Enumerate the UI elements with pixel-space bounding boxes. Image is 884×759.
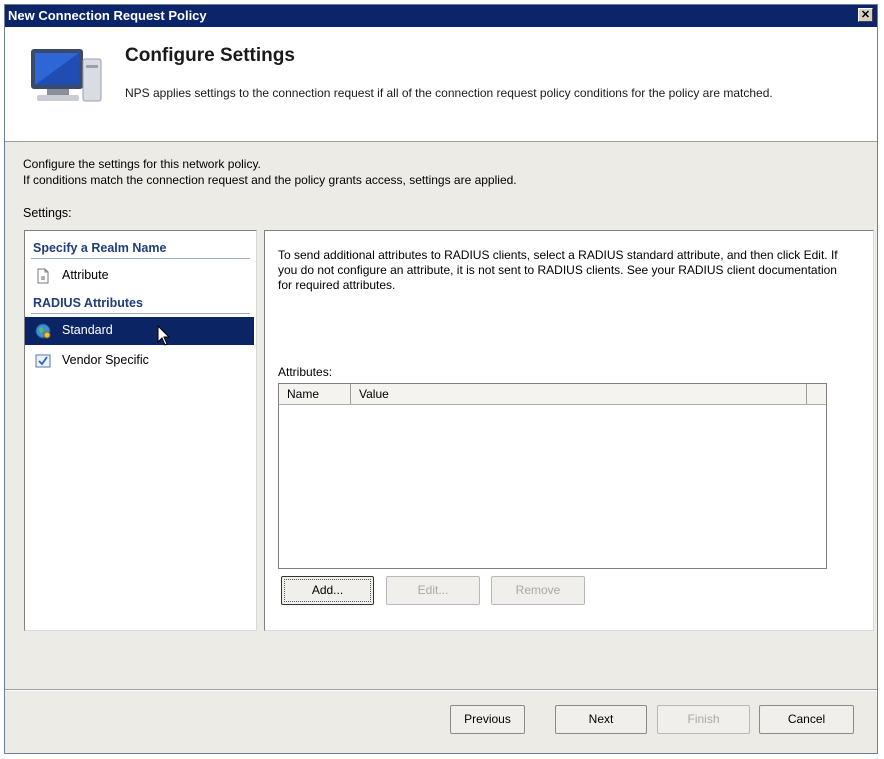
page-title: Configure Settings xyxy=(125,45,295,66)
dialog-window: New Connection Request Policy ✕ Configur… xyxy=(4,4,878,754)
nav-group-radius-attributes: RADIUS Attributes xyxy=(33,296,143,310)
settings-label: Settings: xyxy=(23,206,72,220)
globe-icon xyxy=(35,323,51,339)
close-button[interactable]: ✕ xyxy=(858,8,873,22)
previous-button[interactable]: Previous xyxy=(450,705,525,734)
instructions-text: To send additional attributes to RADIUS … xyxy=(278,248,838,292)
nav-item-label: Attribute xyxy=(62,268,109,282)
group-divider xyxy=(31,313,250,314)
nav-item-label: Standard xyxy=(62,323,113,337)
nav-group-realm-name: Specify a Realm Name xyxy=(33,241,167,255)
finish-button[interactable]: Finish xyxy=(657,705,750,734)
page-subtitle: NPS applies settings to the connection r… xyxy=(125,86,773,100)
wizard-header: Configure Settings NPS applies settings … xyxy=(5,27,877,142)
settings-detail-pane: To send additional attributes to RADIUS … xyxy=(264,230,874,631)
group-divider xyxy=(31,258,250,259)
column-header-name[interactable]: Name xyxy=(279,384,351,404)
nav-item-vendor-specific[interactable]: Vendor Specific xyxy=(25,347,254,375)
nav-item-standard[interactable]: Standard xyxy=(25,317,254,345)
remove-button[interactable]: Remove xyxy=(491,576,585,605)
title-bar[interactable]: New Connection Request Policy ✕ xyxy=(5,5,877,27)
attributes-list[interactable]: Name Value xyxy=(278,383,827,569)
nav-item-label: Vendor Specific xyxy=(62,353,149,367)
document-icon xyxy=(37,268,49,284)
column-header-value[interactable]: Value xyxy=(351,384,807,404)
description-line-1: Configure the settings for this network … xyxy=(23,157,261,171)
next-button[interactable]: Next xyxy=(555,705,647,734)
add-button[interactable]: Add... xyxy=(281,576,374,605)
attributes-label: Attributes: xyxy=(278,365,333,379)
edit-button[interactable]: Edit... xyxy=(386,576,480,605)
footer-divider-highlight xyxy=(5,690,877,691)
checkbox-icon xyxy=(35,354,51,368)
computer-monitor-icon xyxy=(31,49,102,102)
settings-nav-pane: Specify a Realm Name Attribute RADIUS At… xyxy=(24,230,257,631)
cancel-button[interactable]: Cancel xyxy=(759,705,854,734)
description-line-2: If conditions match the connection reque… xyxy=(23,173,517,187)
nav-item-attribute[interactable]: Attribute xyxy=(25,262,254,290)
mouse-cursor-icon xyxy=(157,325,171,346)
window-title: New Connection Request Policy xyxy=(8,8,207,23)
list-header: Name Value xyxy=(279,384,826,405)
